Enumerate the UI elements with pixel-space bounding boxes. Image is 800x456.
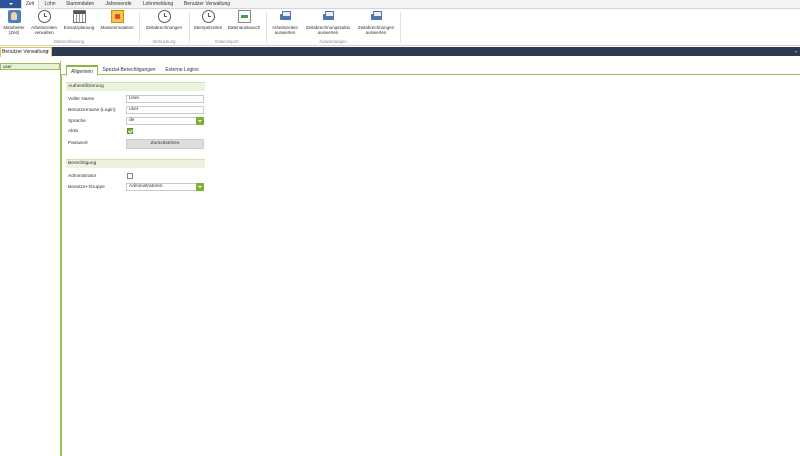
group-separator	[189, 12, 190, 43]
document-tab-bar	[0, 47, 800, 56]
language-select[interactable]: de	[126, 117, 204, 125]
app-menu-button[interactable]	[0, 0, 21, 8]
user-list-panel: user	[0, 61, 61, 456]
mass-mutation-icon	[110, 10, 124, 23]
scheduling-label: Einsatzplanung	[63, 25, 95, 30]
group-separator	[400, 12, 401, 43]
printer-icon	[322, 10, 335, 23]
group-label-datenimport: Datenimport	[215, 39, 239, 44]
manage-worktimes-button[interactable]: Arbeitszeiten verwalten	[29, 10, 59, 37]
active-checkbox[interactable]	[127, 128, 133, 134]
detail-content	[61, 75, 800, 456]
administrator-label: Administrator	[68, 174, 97, 179]
menu-tab-benutzer-verwaltung[interactable]: Benutzer Verwaltung	[180, 0, 234, 9]
chevron-down-icon	[9, 3, 13, 5]
stamp-times-button[interactable]: Stempelzeiten	[191, 10, 225, 37]
list-item[interactable]: user	[0, 63, 60, 70]
evaluate-worktimes-label: Arbeitszeiten auswerten	[271, 25, 298, 35]
menu-bar: Zeit Lohn Stammdaten Jahresende Lohnmeld…	[0, 0, 800, 10]
menu-tab-lohn[interactable]: Lohn	[41, 0, 59, 9]
manage-worktimes-label: Arbeitszeiten verwalten	[30, 25, 57, 35]
language-value: de	[129, 118, 135, 123]
document-tab-benutzer-verwaltung[interactable]: Benutzer Verwaltung ×	[0, 47, 52, 57]
printer-icon	[279, 10, 292, 23]
user-group-value: Administratoren	[129, 184, 163, 189]
clock-icon	[157, 10, 171, 23]
pin-icon[interactable]: ▾	[795, 49, 799, 54]
chevron-down-icon[interactable]	[196, 183, 204, 191]
group-separator	[266, 12, 267, 43]
calendar-icon	[72, 10, 86, 23]
username-field[interactable]: user	[126, 106, 204, 114]
employee-time-button[interactable]: Mitarbeiter (Zeit)	[1, 10, 27, 37]
chevron-down-icon[interactable]	[196, 117, 204, 125]
full-name-label: Voller Name	[68, 97, 95, 102]
evaluate-statements-label: Zeitabrechnungen auswerten	[357, 25, 395, 35]
menu-tab-stammdaten[interactable]: Stammdaten	[62, 0, 98, 9]
active-label: Aktiv	[68, 129, 79, 134]
menu-tab-jahresende[interactable]: Jahresende	[102, 0, 135, 9]
data-exchange-button[interactable]: Datenaustausch	[225, 10, 263, 37]
section-berechtigung: Berechtigung	[66, 159, 205, 168]
evaluate-worktimes-button[interactable]: Arbeitszeiten auswerten	[268, 10, 302, 37]
employee-icon	[7, 10, 21, 23]
group-separator	[139, 12, 140, 43]
user-group-select[interactable]: Administratoren	[126, 183, 204, 191]
close-icon[interactable]: ×	[46, 48, 49, 57]
mass-mutation-button[interactable]: Massenmutation	[97, 10, 137, 37]
clock-icon	[201, 10, 215, 23]
mass-mutation-label: Massenmutation	[100, 25, 134, 30]
printer-icon	[370, 10, 383, 23]
detail-tabs: Allgemein Spezial-Berechtigungen Externe…	[61, 61, 800, 76]
section-authentifizierung: Authentifizierung	[66, 82, 205, 91]
stamp-times-label: Stempelzeiten	[193, 25, 223, 30]
group-label-auswertungen: Auswertungen	[319, 39, 347, 44]
full-name-field[interactable]: User	[126, 95, 204, 103]
user-group-label: Benutzer-Gruppe	[68, 185, 105, 190]
language-label: Sprache	[68, 119, 86, 124]
clock-icon	[37, 10, 51, 23]
exchange-icon	[237, 10, 251, 23]
scheduling-button[interactable]: Einsatzplanung	[61, 10, 97, 37]
employee-time-label: Mitarbeiter (Zeit)	[3, 25, 25, 35]
group-label-datenerfassung: Datenerfassung	[53, 39, 85, 44]
ribbon: Mitarbeiter (Zeit) Arbeitszeiten verwalt…	[0, 9, 800, 46]
data-exchange-label: Datenaustausch	[227, 25, 261, 30]
reset-password-button[interactable]: Zurücksetzen	[126, 139, 204, 149]
document-tab-label: Benutzer Verwaltung	[2, 49, 49, 55]
menu-tab-lohnmeldung[interactable]: Lohnmeldung	[139, 0, 177, 9]
time-statements-button[interactable]: Zeitabrechnungen	[142, 10, 186, 37]
evaluate-balance-label: Zeitabrechnungssaldo auswerten	[305, 25, 351, 35]
evaluate-statements-button[interactable]: Zeitabrechnungen auswerten	[354, 10, 398, 37]
username-label: Benutzername (Login)	[68, 108, 116, 113]
time-statements-label: Zeitabrechnungen	[145, 25, 183, 30]
administrator-checkbox[interactable]	[127, 173, 133, 179]
evaluate-balance-button[interactable]: Zeitabrechnungssaldo auswerten	[302, 10, 354, 37]
group-label-verbuchung: Verbuchung	[152, 39, 176, 44]
password-label: Passwort	[68, 141, 88, 146]
